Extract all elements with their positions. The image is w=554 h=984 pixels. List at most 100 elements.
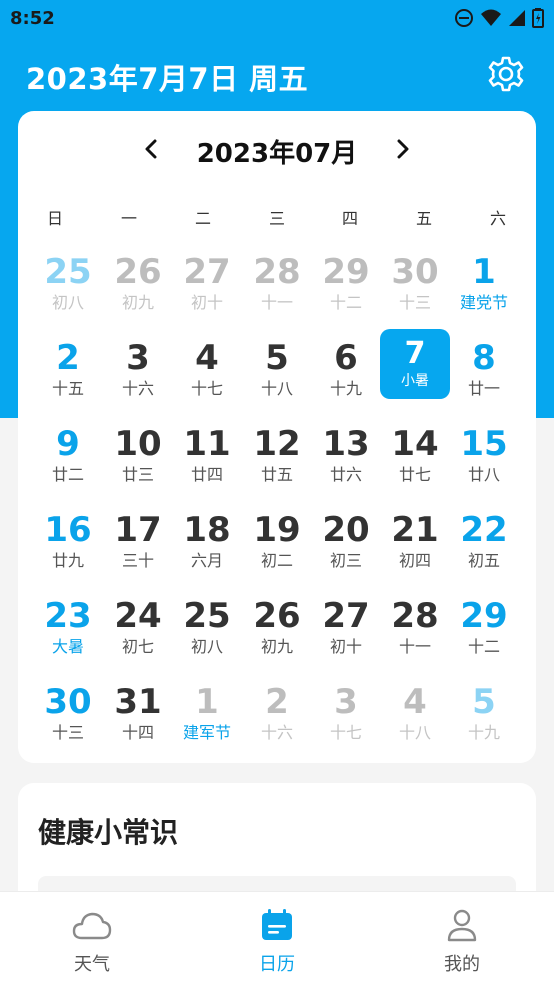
calendar-day[interactable]: 4 十八 [380,681,450,753]
calendar-day-selected[interactable]: 7 小暑 [380,329,450,399]
lunar-date: 三十 [121,551,154,570]
calendar-day[interactable]: 1 建党节 [449,251,519,323]
calendar-day[interactable]: 28 十一 [242,251,312,323]
calendar-day[interactable]: 8 廿一 [449,337,519,409]
day-number: 3 [126,338,150,378]
lunar-date: 初九 [121,293,154,312]
lunar-date: 初九 [260,637,293,656]
calendar-day[interactable]: 4 十七 [172,337,242,409]
page-title: 2023年7月7日 周五 [26,62,309,96]
day-number: 15 [460,424,508,464]
user-icon [442,908,482,942]
lunar-date: 十三 [398,293,431,312]
calendar-day[interactable]: 9 廿二 [33,423,103,495]
day-number: 18 [183,510,231,550]
calendar-day[interactable]: 14 廿七 [380,423,450,495]
tab-label: 我的 [444,954,480,975]
lunar-date: 十七 [329,723,362,742]
chevron-right-icon [395,139,411,163]
chevron-left-icon [143,139,159,163]
day-number: 25 [44,252,92,292]
calendar-day[interactable]: 28 十一 [380,595,450,667]
lunar-date: 六月 [190,551,223,570]
lunar-date: 初十 [190,293,223,312]
calendar-day[interactable]: 31 十四 [103,681,173,753]
calendar-day[interactable]: 21 初四 [380,509,450,581]
tab-calendar[interactable]: 日历 [185,892,369,984]
lunar-date: 廿八 [467,465,500,484]
next-month-button[interactable] [389,137,417,165]
wifi-icon [480,8,502,32]
lunar-date: 十二 [329,293,362,312]
calendar-day[interactable]: 18 六月 [172,509,242,581]
calendar-day[interactable]: 29 十二 [449,595,519,667]
calendar-day[interactable]: 16 廿九 [33,509,103,581]
tab-label: 天气 [74,954,110,975]
gear-icon [486,54,526,98]
day-number: 28 [391,596,439,636]
lunar-date: 十三 [51,723,84,742]
day-number: 6 [334,338,358,378]
calendar-day[interactable]: 12 廿五 [242,423,312,495]
day-number: 12 [253,424,301,464]
day-number: 11 [183,424,231,464]
lunar-date: 十五 [51,379,84,398]
calendar-day[interactable]: 17 三十 [103,509,173,581]
calendar-day[interactable]: 30 十三 [33,681,103,753]
day-number: 2 [56,338,80,378]
calendar-day[interactable]: 1 建军节 [172,681,242,753]
settings-button[interactable] [484,54,528,98]
calendar-day[interactable]: 27 初十 [172,251,242,323]
day-number: 1 [472,252,496,292]
calendar-day[interactable]: 2 十六 [242,681,312,753]
weekday-label: 二 [194,209,211,228]
lunar-date: 十八 [398,723,431,742]
day-number: 13 [322,424,370,464]
calendar-day[interactable]: 24 初七 [103,595,173,667]
lunar-date: 初四 [398,551,431,570]
tab-weather[interactable]: 天气 [0,892,184,984]
calendar-day[interactable]: 20 初三 [311,509,381,581]
lunar-date: 十九 [467,723,500,742]
calendar-day[interactable]: 19 初二 [242,509,312,581]
day-number: 23 [44,596,92,636]
calendar-day[interactable]: 25 初八 [172,595,242,667]
calendar-day[interactable]: 29 十二 [311,251,381,323]
calendar-day[interactable]: 5 十八 [242,337,312,409]
lunar-date: 廿九 [51,551,84,570]
day-number: 27 [183,252,231,292]
day-number: 30 [391,252,439,292]
calendar-day[interactable]: 22 初五 [449,509,519,581]
lunar-date: 小暑 [401,373,429,389]
calendar-day[interactable]: 27 初十 [311,595,381,667]
calendar-day[interactable]: 15 廿八 [449,423,519,495]
month-navigation: 2023年07月 [18,131,536,171]
lunar-date: 初八 [51,293,84,312]
day-number: 22 [460,510,508,550]
calendar-day[interactable]: 6 十九 [311,337,381,409]
calendar-day[interactable]: 25 初八 [33,251,103,323]
day-number: 14 [391,424,439,464]
prev-month-button[interactable] [137,137,165,165]
lunar-date: 初八 [190,637,223,656]
tab-label: 日历 [259,954,295,975]
calendar-day[interactable]: 3 十七 [311,681,381,753]
calendar-day[interactable]: 5 十九 [449,681,519,753]
weekday-label: 日 [46,209,63,228]
calendar-day[interactable]: 10 廿三 [103,423,173,495]
calendar-day[interactable]: 26 初九 [103,251,173,323]
calendar-day[interactable]: 11 廿四 [172,423,242,495]
day-number: 5 [265,338,289,378]
tab-profile[interactable]: 我的 [370,892,554,984]
calendar-day[interactable]: 3 十六 [103,337,173,409]
calendar-day[interactable]: 26 初九 [242,595,312,667]
calendar-day[interactable]: 2 十五 [33,337,103,409]
calendar-day[interactable]: 30 十三 [380,251,450,323]
lunar-date: 十六 [121,379,154,398]
calendar-day[interactable]: 13 廿六 [311,423,381,495]
day-number: 20 [322,510,370,550]
festival-label: 建军节 [182,723,231,742]
day-number: 2 [265,682,289,722]
calendar-day[interactable]: 23 大暑 [33,595,103,667]
festival-label: 大暑 [51,637,84,656]
